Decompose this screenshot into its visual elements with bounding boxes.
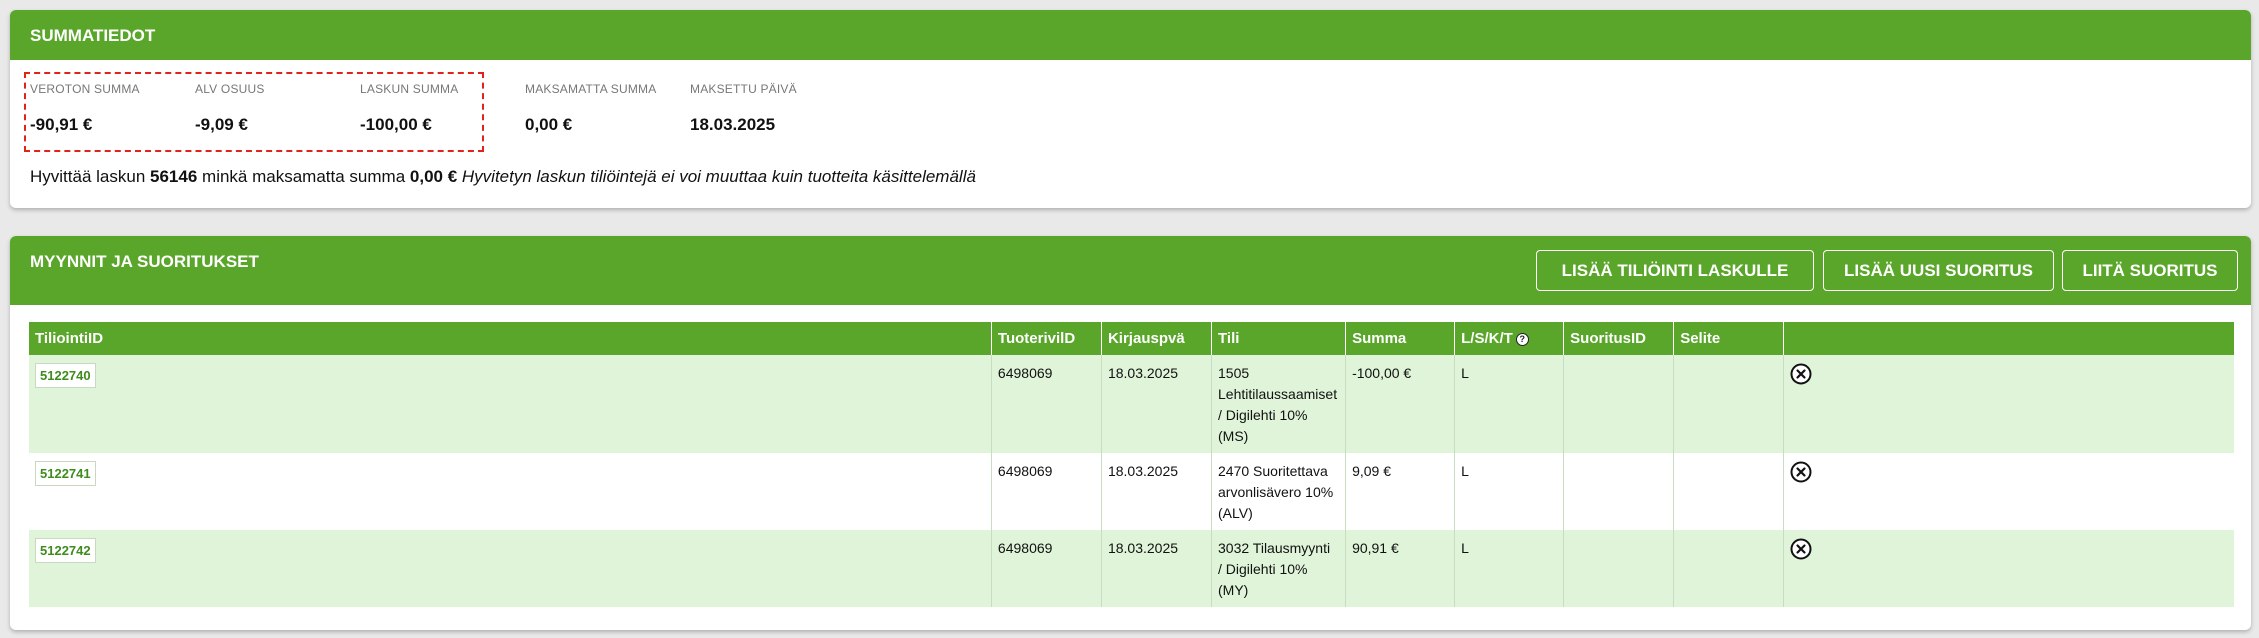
posting-id-link[interactable]: 5122741	[35, 461, 96, 486]
cell-payment-id	[1563, 453, 1675, 530]
col-posting-id[interactable]: TiliointiID	[29, 322, 992, 355]
remove-circle-x-icon[interactable]	[1790, 363, 1812, 385]
cell-date: 18.03.2025	[1101, 530, 1213, 607]
cell-account: 2470 Suoritettava arvonlisävero 10% (ALV…	[1211, 453, 1347, 530]
table-row: 5122740 6498069 18.03.2025 1505 Lehtitil…	[29, 355, 2234, 453]
col-date[interactable]: Kirjauspvä	[1101, 322, 1213, 355]
cell-payment-id	[1563, 355, 1675, 453]
cell-date: 18.03.2025	[1101, 453, 1213, 530]
credit-invoice-number: 56146	[150, 167, 198, 186]
summary-label: LASKUN SUMMA	[360, 82, 459, 96]
account-line: Lehtitilaussaamiset	[1218, 386, 1338, 402]
summary-label: VEROTON SUMMA	[30, 82, 140, 96]
col-actions	[1783, 322, 2234, 355]
cell-product-row-id: 6498069	[991, 355, 1102, 453]
cell-lskt: L	[1454, 530, 1565, 607]
cell-account: 1505 Lehtitilaussaamiset / Digilehti 10%…	[1211, 355, 1347, 453]
summary-value: -9,09 €	[195, 115, 248, 134]
summary-vat-amount: ALV OSUUS -9,09 €	[195, 82, 355, 135]
sales-title: MYYNNIT JA SUORITUKSET	[30, 252, 259, 271]
add-payment-button[interactable]: LISÄÄ UUSI SUORITUS	[1823, 250, 2054, 291]
posting-id-link[interactable]: 5122740	[35, 363, 96, 388]
account-line: (MY)	[1218, 582, 1249, 598]
account-line: / Digilehti 10%	[1218, 561, 1308, 577]
table-row: 5122742 6498069 18.03.2025 3032 Tilausmy…	[29, 530, 2234, 607]
col-lskt[interactable]: L/S/K/T?	[1454, 322, 1565, 355]
summary-label: MAKSAMATTA SUMMA	[525, 82, 657, 96]
credit-prefix: Hyvittää laskun	[30, 167, 146, 186]
table-header-row: TiliointiID TuoterivilD Kirjauspvä Tili …	[29, 322, 2234, 355]
attach-payment-button[interactable]: LIITÄ SUORITUS	[2062, 250, 2238, 291]
cell-note	[1673, 530, 1785, 607]
remove-circle-x-icon[interactable]	[1790, 461, 1812, 483]
add-posting-button[interactable]: LISÄÄ TILIÖINTI LASKULLE	[1536, 250, 1814, 291]
summary-value: 18.03.2025	[690, 115, 776, 134]
cell-amount: 9,09 €	[1345, 453, 1456, 530]
account-line: arvonlisävero 10%	[1218, 484, 1334, 500]
cell-product-row-id: 6498069	[991, 453, 1102, 530]
col-product-row-id[interactable]: TuoterivilD	[991, 322, 1102, 355]
cell-note	[1673, 453, 1785, 530]
cell-account: 3032 Tilausmyynti / Digilehti 10% (MY)	[1211, 530, 1347, 607]
col-payment-id[interactable]: SuoritusID	[1563, 322, 1675, 355]
table-row: 5122741 6498069 18.03.2025 2470 Suoritet…	[29, 453, 2234, 530]
credit-note: Hyvitetyn laskun tiliöintejä ei voi muut…	[461, 167, 976, 186]
credit-info: Hyvittää laskun 56146 minkä maksamatta s…	[30, 167, 976, 187]
cell-payment-id	[1563, 530, 1675, 607]
col-amount[interactable]: Summa	[1345, 322, 1456, 355]
cell-amount: -100,00 €	[1345, 355, 1456, 453]
summary-panel: SUMMATIEDOT VEROTON SUMMA -90,91 € ALV O…	[10, 10, 2251, 208]
credit-middle: minkä maksamatta summa	[202, 167, 406, 186]
cell-posting-id: 5122742	[29, 530, 992, 607]
cell-actions	[1783, 530, 2234, 607]
remove-circle-x-icon[interactable]	[1790, 538, 1812, 560]
cell-amount: 90,91 €	[1345, 530, 1456, 607]
col-note[interactable]: Selite	[1673, 322, 1785, 355]
cell-lskt: L	[1454, 453, 1565, 530]
summary-value: 0,00 €	[525, 115, 573, 134]
summary-net-amount: VEROTON SUMMA -90,91 €	[30, 82, 190, 135]
summary-value: -90,91 €	[30, 115, 93, 134]
cell-actions	[1783, 453, 2234, 530]
summary-invoice-amount: LASKUN SUMMA -100,00 €	[360, 82, 520, 135]
account-line: (ALV)	[1218, 505, 1253, 521]
account-line: 1505	[1218, 365, 1250, 381]
account-line: 2470 Suoritettava	[1218, 463, 1328, 479]
sales-header: MYYNNIT JA SUORITUKSET LISÄÄ TILIÖINTI L…	[10, 236, 2251, 305]
postings-table: TiliointiID TuoterivilD Kirjauspvä Tili …	[29, 322, 2234, 607]
summary-unpaid-amount: MAKSAMATTA SUMMA 0,00 €	[525, 82, 685, 135]
summary-label: MAKSETTU PÄIVÄ	[690, 82, 797, 96]
summary-value: -100,00 €	[360, 115, 432, 134]
account-line: / Digilehti 10%	[1218, 407, 1308, 423]
cell-note	[1673, 355, 1785, 453]
col-account[interactable]: Tili	[1211, 322, 1347, 355]
cell-posting-id: 5122741	[29, 453, 992, 530]
cell-date: 18.03.2025	[1101, 355, 1213, 453]
cell-lskt: L	[1454, 355, 1565, 453]
question-mark-icon[interactable]: ?	[1515, 332, 1529, 346]
col-lskt-label: L/S/K/T	[1461, 330, 1513, 347]
sales-panel: MYYNNIT JA SUORITUKSET LISÄÄ TILIÖINTI L…	[10, 236, 2251, 630]
account-line: 3032 Tilausmyynti	[1218, 540, 1331, 556]
posting-id-link[interactable]: 5122742	[35, 538, 96, 563]
account-line: (MS)	[1218, 428, 1249, 444]
summary-paid-date: MAKSETTU PÄIVÄ 18.03.2025	[690, 82, 850, 135]
summary-title: SUMMATIEDOT	[10, 10, 2251, 60]
cell-posting-id: 5122740	[29, 355, 992, 453]
cell-product-row-id: 6498069	[991, 530, 1102, 607]
cell-actions	[1783, 355, 2234, 453]
credit-amount: 0,00 €	[409, 167, 458, 186]
summary-label: ALV OSUUS	[195, 82, 265, 96]
